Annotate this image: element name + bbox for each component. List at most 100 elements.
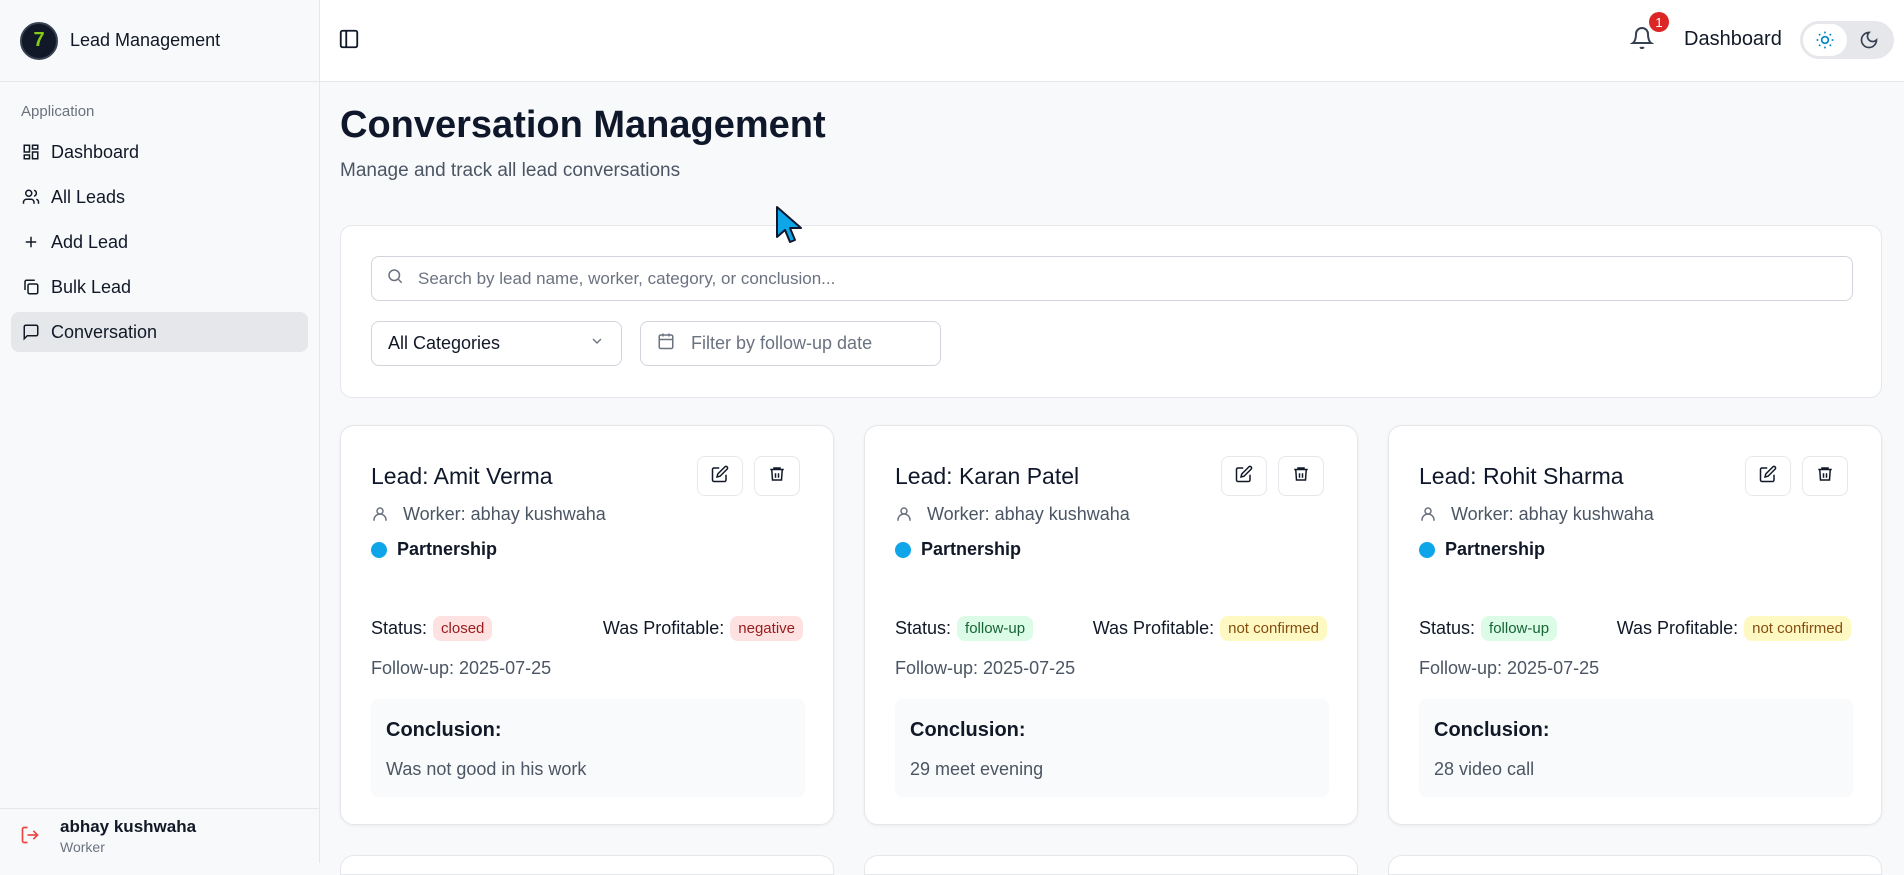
profitable-label: Was Profitable: bbox=[1616, 618, 1739, 638]
sidebar-nav: Dashboard All Leads Add Lead Bulk Lead C… bbox=[11, 132, 308, 357]
theme-toggle[interactable] bbox=[1800, 21, 1894, 59]
card-category: Partnership bbox=[895, 539, 1021, 560]
trash-icon bbox=[1292, 465, 1310, 488]
delete-button[interactable] bbox=[754, 456, 800, 496]
plus-icon bbox=[21, 232, 41, 252]
users-icon bbox=[21, 187, 41, 207]
delete-button[interactable] bbox=[1278, 456, 1324, 496]
trash-icon bbox=[768, 465, 786, 488]
sidebar-item-label: Conversation bbox=[51, 321, 158, 342]
card-conclusion: Conclusion: 28 video call bbox=[1419, 699, 1853, 797]
category-dot bbox=[895, 541, 911, 558]
conversation-card-partial bbox=[1388, 855, 1882, 875]
user-name: abhay kushwaha bbox=[60, 817, 197, 836]
conversation-card: Lead: Karan Patel Worker: abhay kushwaha… bbox=[864, 425, 1358, 825]
chevron-down-icon bbox=[589, 333, 605, 354]
conversation-card: Lead: Rohit Sharma Worker: abhay kushwah… bbox=[1388, 425, 1882, 825]
card-worker: Worker: abhay kushwaha bbox=[895, 504, 1130, 525]
sidebar-toggle-icon[interactable] bbox=[338, 28, 362, 52]
copy-icon bbox=[21, 277, 41, 297]
edit-icon bbox=[1759, 465, 1777, 488]
delete-button[interactable] bbox=[1802, 456, 1848, 496]
notification-badge: 1 bbox=[1649, 12, 1669, 32]
card-followup: Follow-up: 2025-07-25 bbox=[371, 658, 552, 678]
conversation-card-partial bbox=[864, 855, 1358, 875]
conversation-card: Lead: Amit Verma Worker: abhay kushwaha … bbox=[340, 425, 834, 825]
category-label: Partnership bbox=[921, 539, 1022, 559]
edit-button[interactable] bbox=[1745, 456, 1791, 496]
edit-icon bbox=[711, 465, 729, 488]
bell-icon[interactable] bbox=[1629, 26, 1656, 54]
app-title: Lead Management bbox=[70, 30, 221, 50]
sidebar-section-label: Application bbox=[21, 103, 95, 120]
sidebar-item-bulk-lead[interactable]: Bulk Lead bbox=[11, 267, 308, 307]
category-select[interactable]: All Categories bbox=[371, 321, 622, 366]
category-label: Partnership bbox=[1445, 539, 1546, 559]
search-icon bbox=[386, 267, 404, 290]
profitable-label: Was Profitable: bbox=[602, 618, 725, 638]
card-category: Partnership bbox=[371, 539, 497, 560]
sidebar-item-label: All Leads bbox=[51, 186, 126, 207]
worker-label: Worker: abhay kushwaha bbox=[927, 504, 1130, 524]
conclusion-text: Was not good in his work bbox=[386, 759, 587, 779]
top-bar: 1 Dashboard bbox=[320, 0, 1904, 82]
profitable-label: Was Profitable: bbox=[1092, 618, 1215, 638]
category-label: Partnership bbox=[397, 539, 498, 559]
status-badge: follow-up bbox=[1481, 616, 1558, 641]
calendar-icon bbox=[657, 332, 675, 355]
category-select-value: All Categories bbox=[388, 333, 501, 353]
card-status: Status: follow-up bbox=[1419, 616, 1558, 641]
profitable-badge: not confirmed bbox=[1744, 616, 1851, 641]
grid-icon bbox=[21, 142, 41, 162]
sidebar: 7 Lead Management Application Dashboard … bbox=[0, 0, 320, 863]
card-worker: Worker: abhay kushwaha bbox=[1419, 504, 1654, 525]
user-role: Worker bbox=[60, 839, 105, 855]
user-panel: abhay kushwaha Worker bbox=[0, 808, 320, 863]
followup-date-filter[interactable]: Filter by follow-up date bbox=[640, 321, 941, 366]
card-category: Partnership bbox=[1419, 539, 1545, 560]
conclusion-text: 28 video call bbox=[1434, 759, 1535, 779]
date-filter-placeholder: Filter by follow-up date bbox=[691, 333, 873, 353]
conclusion-heading: Conclusion: bbox=[386, 719, 502, 741]
sidebar-item-label: Bulk Lead bbox=[51, 276, 132, 297]
sidebar-item-add-lead[interactable]: Add Lead bbox=[11, 222, 308, 262]
status-badge: follow-up bbox=[957, 616, 1034, 641]
user-icon bbox=[1419, 505, 1439, 525]
status-label: Status: bbox=[895, 618, 952, 638]
app-logo: 7 bbox=[20, 21, 58, 60]
sidebar-item-dashboard[interactable]: Dashboard bbox=[11, 132, 308, 172]
card-status: Status: closed bbox=[371, 616, 493, 641]
category-dot bbox=[371, 541, 387, 558]
page-title: Conversation Management bbox=[340, 104, 826, 146]
profitable-badge: negative bbox=[730, 616, 803, 641]
search-input[interactable] bbox=[418, 268, 1818, 289]
user-info: abhay kushwaha Worker bbox=[60, 817, 196, 855]
sidebar-item-label: Add Lead bbox=[51, 231, 129, 252]
conclusion-heading: Conclusion: bbox=[910, 719, 1026, 741]
sun-icon[interactable] bbox=[1803, 24, 1847, 56]
header-dashboard-link[interactable]: Dashboard bbox=[1684, 28, 1782, 51]
trash-icon bbox=[1816, 465, 1834, 488]
brand[interactable]: 7 Lead Management bbox=[0, 0, 319, 82]
card-profitable: Was Profitable: not confirmed bbox=[1093, 616, 1327, 641]
filters-panel: All Categories Filter by follow-up date bbox=[340, 225, 1882, 398]
edit-button[interactable] bbox=[697, 456, 743, 496]
page-subtitle: Manage and track all lead conversations bbox=[340, 160, 681, 181]
sidebar-item-all-leads[interactable]: All Leads bbox=[11, 177, 308, 217]
user-icon bbox=[895, 505, 915, 525]
user-icon bbox=[371, 505, 391, 525]
message-icon bbox=[21, 322, 41, 342]
logout-icon[interactable] bbox=[20, 825, 42, 847]
card-followup: Follow-up: 2025-07-25 bbox=[895, 658, 1076, 678]
status-badge: closed bbox=[433, 616, 493, 641]
card-conclusion: Conclusion: Was not good in his work bbox=[371, 699, 805, 797]
card-profitable: Was Profitable: negative bbox=[603, 616, 803, 641]
mouse-cursor-icon bbox=[775, 205, 805, 245]
sidebar-item-conversation[interactable]: Conversation bbox=[11, 312, 308, 352]
moon-icon[interactable] bbox=[1847, 24, 1891, 56]
edit-button[interactable] bbox=[1221, 456, 1267, 496]
conversation-card-partial bbox=[340, 855, 834, 875]
card-followup: Follow-up: 2025-07-25 bbox=[1419, 658, 1600, 678]
card-profitable: Was Profitable: not confirmed bbox=[1617, 616, 1851, 641]
worker-label: Worker: abhay kushwaha bbox=[403, 504, 606, 524]
